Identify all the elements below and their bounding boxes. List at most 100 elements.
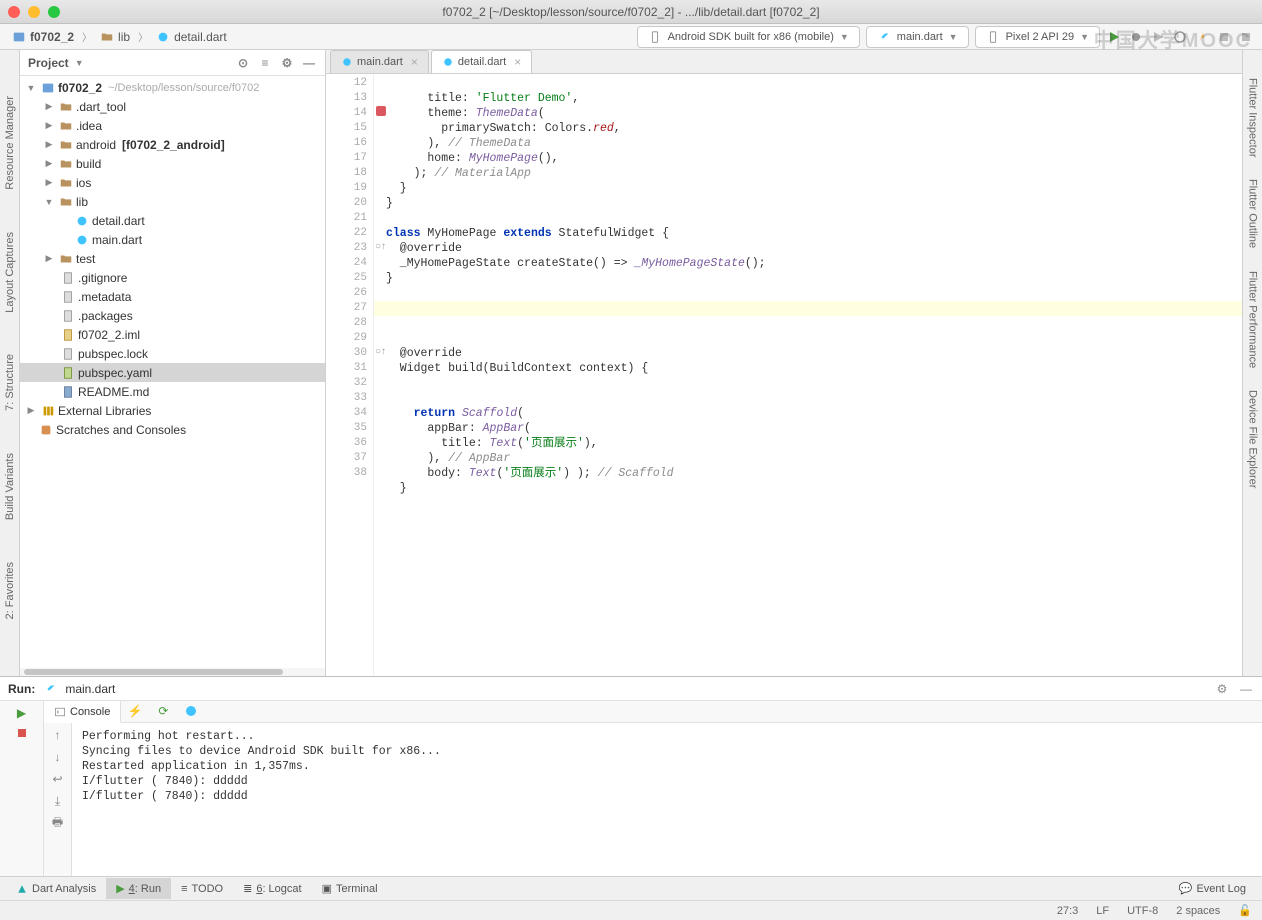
gear-icon[interactable]: ⚙: [1214, 681, 1230, 697]
tree-folder[interactable]: ▶ios: [20, 173, 325, 192]
code-content[interactable]: title: 'Flutter Demo', theme: ThemeData(…: [374, 74, 1242, 676]
print-icon[interactable]: 🖶: [50, 815, 66, 831]
tree-label: .idea: [76, 119, 102, 133]
editor-tab-main[interactable]: main.dart×: [330, 50, 429, 73]
tab-logcat[interactable]: ≣6: Logcat: [233, 878, 311, 899]
chevron-down-icon[interactable]: ▼: [75, 58, 84, 68]
encoding[interactable]: UTF-8: [1127, 905, 1158, 917]
chevron-right-icon[interactable]: ▶: [42, 120, 56, 131]
tab-terminal[interactable]: ▣Terminal: [312, 878, 388, 899]
zoom-window-button[interactable]: [48, 6, 60, 18]
soft-wrap-icon[interactable]: ↩: [50, 771, 66, 787]
console-output[interactable]: Performing hot restart... Syncing files …: [72, 723, 1262, 876]
coverage-button[interactable]: [1150, 29, 1166, 45]
minimize-window-button[interactable]: [28, 6, 40, 18]
tree-folder-lib[interactable]: ▼lib: [20, 192, 325, 211]
tree-file[interactable]: f0702_2.iml: [20, 325, 325, 344]
code-editor[interactable]: 12 13 14 15 16 17 18 19 20 21 22 23 24 2…: [326, 74, 1242, 676]
tree-file[interactable]: README.md: [20, 382, 325, 401]
chevron-down-icon[interactable]: ▼: [24, 83, 38, 93]
file-icon: [60, 309, 76, 323]
emulator-selector[interactable]: Pixel 2 API 29 ▼: [975, 26, 1100, 48]
tool-flutter-outline[interactable]: Flutter Outline: [1247, 171, 1259, 256]
tree-file[interactable]: .packages: [20, 306, 325, 325]
terminal-icon: ▣: [322, 882, 332, 895]
tree-file[interactable]: .gitignore: [20, 268, 325, 287]
tool-structure[interactable]: 7: Structure: [4, 348, 16, 417]
tool-flutter-performance[interactable]: Flutter Performance: [1247, 263, 1259, 376]
tree-folder[interactable]: ▶test: [20, 249, 325, 268]
tree-folder[interactable]: ▶ build: [20, 154, 325, 173]
rerun-button[interactable]: ▶: [14, 705, 30, 721]
chevron-down-icon[interactable]: ▼: [42, 197, 56, 207]
breadcrumb-file[interactable]: detail.dart: [152, 28, 231, 46]
tree-external-libs[interactable]: ▶External Libraries: [20, 401, 325, 420]
close-icon[interactable]: ×: [411, 55, 418, 69]
todo-icon: ≡: [181, 883, 187, 895]
expand-all-icon[interactable]: ≡: [257, 55, 273, 71]
device-selector[interactable]: Android SDK built for x86 (mobile) ▼: [637, 26, 860, 48]
gear-icon[interactable]: ⚙: [279, 55, 295, 71]
tree-file[interactable]: .metadata: [20, 287, 325, 306]
horizontal-scrollbar[interactable]: [20, 668, 325, 676]
tool-device-file-explorer[interactable]: Device File Explorer: [1247, 382, 1259, 496]
close-icon[interactable]: ×: [514, 55, 521, 69]
breadcrumb-folder[interactable]: lib: [96, 28, 134, 46]
tree-scratches[interactable]: Scratches and Consoles: [20, 420, 325, 439]
tool-flutter-inspector[interactable]: Flutter Inspector: [1247, 70, 1259, 165]
tree-file-pubspec[interactable]: pubspec.yaml: [20, 363, 325, 382]
tree-file[interactable]: pubspec.lock: [20, 344, 325, 363]
tree-label: build: [76, 157, 101, 171]
hot-reload-icon[interactable]: ⚡: [127, 703, 143, 719]
close-window-button[interactable]: [8, 6, 20, 18]
run-button[interactable]: [1106, 29, 1122, 45]
down-icon[interactable]: ↓: [50, 749, 66, 765]
console-icon: [54, 706, 66, 718]
tool-favorites[interactable]: 2: Favorites: [4, 556, 16, 625]
tab-dart-analysis[interactable]: Dart Analysis: [6, 879, 106, 899]
debug-button[interactable]: [1128, 29, 1144, 45]
run-config-selector[interactable]: main.dart ▼: [866, 26, 969, 48]
flutter-icon: [877, 30, 891, 44]
tree-file-detail[interactable]: detail.dart: [20, 211, 325, 230]
chevron-right-icon[interactable]: ▶: [24, 405, 38, 416]
editor-tab-detail[interactable]: detail.dart×: [431, 50, 532, 73]
tab-label: 6: Logcat: [256, 883, 301, 895]
stop-button[interactable]: [1238, 29, 1254, 45]
tool-build-variants[interactable]: Build Variants: [4, 447, 16, 526]
tab-todo[interactable]: ≡TODO: [171, 879, 233, 899]
chevron-right-icon[interactable]: ▶: [42, 139, 56, 150]
attach-button[interactable]: [1216, 29, 1232, 45]
indent[interactable]: 2 spaces: [1176, 905, 1220, 917]
chevron-right-icon[interactable]: ▶: [42, 253, 56, 264]
tree-folder[interactable]: ▶android[f0702_2_android]: [20, 135, 325, 154]
hot-restart-icon[interactable]: ⟳: [155, 703, 171, 719]
chevron-right-icon[interactable]: ▶: [42, 101, 56, 112]
project-tree[interactable]: ▼ f0702_2 ~/Desktop/lesson/source/f0702 …: [20, 76, 325, 668]
up-icon[interactable]: ↑: [50, 727, 66, 743]
profile-button[interactable]: [1172, 29, 1188, 45]
tool-resource-manager[interactable]: Resource Manager: [4, 90, 16, 196]
tab-run[interactable]: ▶4: Run: [106, 878, 171, 899]
tool-layout-captures[interactable]: Layout Captures: [4, 226, 16, 319]
breadcrumb-project[interactable]: f0702_2: [8, 28, 78, 46]
tree-root[interactable]: ▼ f0702_2 ~/Desktop/lesson/source/f0702: [20, 78, 325, 97]
folder-icon: [58, 176, 74, 190]
devtools-icon[interactable]: [183, 703, 199, 719]
tree-folder[interactable]: ▶ .idea: [20, 116, 325, 135]
tree-label: f0702_2.iml: [78, 328, 140, 342]
locate-icon[interactable]: ⊙: [235, 55, 251, 71]
lock-icon[interactable]: 🔓: [1238, 904, 1252, 917]
caret-position[interactable]: 27:3: [1057, 905, 1078, 917]
chevron-right-icon[interactable]: ▶: [42, 177, 56, 188]
line-ending[interactable]: LF: [1096, 905, 1109, 917]
stop-button[interactable]: [14, 725, 30, 741]
hide-icon[interactable]: —: [301, 55, 317, 71]
hot-reload-button[interactable]: [1194, 29, 1210, 45]
chevron-right-icon[interactable]: ▶: [42, 158, 56, 169]
tab-event-log[interactable]: 💬Event Log: [1169, 878, 1256, 899]
scroll-end-icon[interactable]: ⤓: [50, 793, 66, 809]
tree-folder[interactable]: ▶.dart_tool: [20, 97, 325, 116]
tree-file-main[interactable]: main.dart: [20, 230, 325, 249]
hide-icon[interactable]: —: [1238, 681, 1254, 697]
